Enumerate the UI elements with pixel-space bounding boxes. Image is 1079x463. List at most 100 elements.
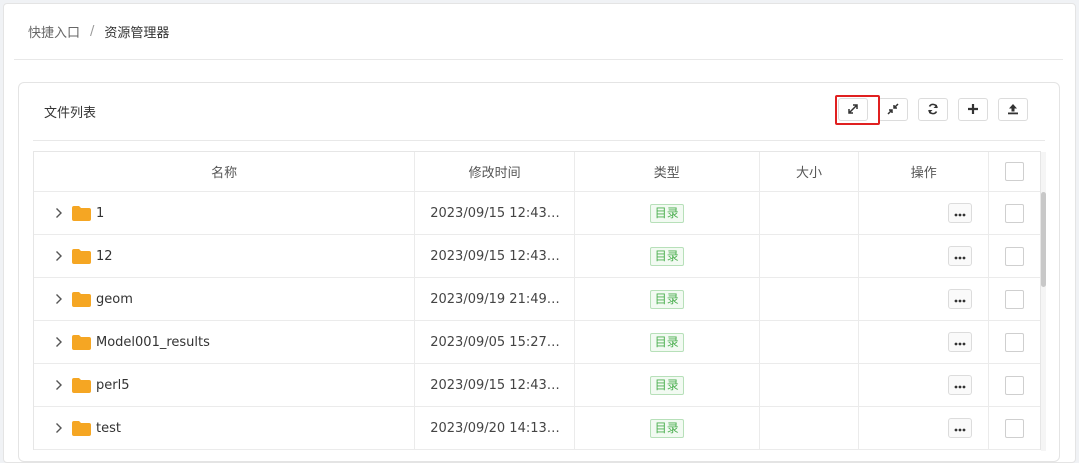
chevron-right-icon[interactable] xyxy=(52,335,66,349)
more-actions-button[interactable] xyxy=(948,246,973,266)
breadcrumb-resource-manager: 资源管理器 xyxy=(104,26,170,41)
select-cell xyxy=(989,278,1040,320)
type-cell: 目录 xyxy=(575,321,760,363)
folder-icon xyxy=(72,205,91,221)
type-cell: 目录 xyxy=(575,407,760,449)
table-row[interactable]: 12 2023/09/15 12:43:… 目录 xyxy=(34,235,1040,278)
expand-button[interactable] xyxy=(838,98,868,121)
row-checkbox[interactable] xyxy=(1005,375,1025,395)
modified-time: 2023/09/05 15:27:… xyxy=(430,334,561,350)
header-modified[interactable]: 修改时间 xyxy=(415,152,575,191)
header-name[interactable]: 名称 xyxy=(34,152,416,191)
more-actions-button[interactable] xyxy=(948,418,973,438)
more-actions-button[interactable] xyxy=(948,289,973,309)
select-cell xyxy=(989,192,1040,234)
collapse-button[interactable] xyxy=(878,98,908,121)
header-size[interactable]: 大小 xyxy=(760,152,860,191)
table-row[interactable]: test 2023/09/20 14:13:… 目录 xyxy=(34,407,1040,450)
modified-cell: 2023/09/15 12:43:… xyxy=(415,364,575,406)
file-name[interactable]: geom xyxy=(96,292,133,307)
folder-icon xyxy=(72,248,91,264)
select-cell xyxy=(989,407,1040,449)
modified-time: 2023/09/19 21:49:… xyxy=(430,291,561,307)
size-cell xyxy=(760,235,860,277)
actions-cell xyxy=(859,192,990,234)
type-cell: 目录 xyxy=(575,364,760,406)
type-badge: 目录 xyxy=(649,332,684,352)
table-body: 1 2023/09/15 12:43:… 目录 12 2023/09/15 12… xyxy=(34,192,1040,450)
ellipsis-icon xyxy=(954,249,966,264)
name-cell: geom xyxy=(34,278,416,320)
table-row[interactable]: 1 2023/09/15 12:43:… 目录 xyxy=(34,192,1040,235)
file-name[interactable]: 12 xyxy=(96,249,113,264)
name-cell: Model001_results xyxy=(34,321,416,363)
file-name[interactable]: perl5 xyxy=(96,378,129,393)
chevron-right-icon[interactable] xyxy=(52,378,66,392)
type-badge: 目录 xyxy=(649,203,684,223)
table-header: 名称 修改时间 类型 大小 操作 xyxy=(34,152,1040,192)
table-row[interactable]: Model001_results 2023/09/05 15:27:… 目录 xyxy=(34,321,1040,364)
chevron-right-icon[interactable] xyxy=(52,292,66,306)
breadcrumb-shortcuts[interactable]: 快捷入口 xyxy=(28,22,80,41)
type-badge: 目录 xyxy=(649,289,684,309)
ellipsis-icon xyxy=(954,421,966,436)
file-name[interactable]: Model001_results xyxy=(96,335,210,350)
add-button[interactable] xyxy=(958,98,988,121)
header-type[interactable]: 类型 xyxy=(575,152,760,191)
size-cell xyxy=(760,192,860,234)
ellipsis-icon xyxy=(954,292,966,307)
select-cell xyxy=(989,321,1040,363)
row-checkbox[interactable] xyxy=(1005,418,1025,438)
actions-cell xyxy=(859,364,990,406)
type-badge: 目录 xyxy=(649,375,684,395)
folder-icon xyxy=(72,291,91,307)
size-cell xyxy=(760,278,860,320)
more-actions-button[interactable] xyxy=(948,203,973,223)
actions-cell xyxy=(859,235,990,277)
table-scrollbar[interactable] xyxy=(1041,152,1046,451)
more-actions-button[interactable] xyxy=(948,332,973,352)
modified-time: 2023/09/15 12:43:… xyxy=(430,248,561,264)
row-checkbox[interactable] xyxy=(1005,332,1025,352)
modified-time: 2023/09/15 12:43:… xyxy=(430,377,561,393)
folder-icon xyxy=(72,420,91,436)
size-cell xyxy=(760,364,860,406)
select-all-checkbox[interactable] xyxy=(1005,162,1025,181)
file-name[interactable]: 1 xyxy=(96,206,104,221)
modified-time: 2023/09/15 12:43:… xyxy=(430,205,561,221)
plus-icon xyxy=(967,100,979,119)
row-checkbox[interactable] xyxy=(1005,246,1025,266)
table-row[interactable]: perl5 2023/09/15 12:43:… 目录 xyxy=(34,364,1040,407)
breadcrumb-divider xyxy=(14,59,1063,60)
modified-cell: 2023/09/15 12:43:… xyxy=(415,235,575,277)
row-checkbox[interactable] xyxy=(1005,203,1025,223)
ellipsis-icon xyxy=(954,378,966,393)
type-badge: 目录 xyxy=(649,418,684,438)
name-cell: 12 xyxy=(34,235,416,277)
modified-time: 2023/09/20 14:13:… xyxy=(430,420,561,436)
scrollbar-thumb[interactable] xyxy=(1041,192,1046,287)
ellipsis-icon xyxy=(954,335,966,350)
breadcrumb-separator: / xyxy=(90,24,95,39)
type-cell: 目录 xyxy=(575,235,760,277)
row-checkbox[interactable] xyxy=(1005,289,1025,309)
table-row[interactable]: geom 2023/09/19 21:49:… 目录 xyxy=(34,278,1040,321)
chevron-right-icon[interactable] xyxy=(52,421,66,435)
chevron-right-icon[interactable] xyxy=(52,206,66,220)
expand-icon xyxy=(847,100,859,119)
upload-icon xyxy=(1007,100,1019,119)
chevron-right-icon[interactable] xyxy=(52,249,66,263)
upload-button[interactable] xyxy=(998,98,1028,121)
more-actions-button[interactable] xyxy=(948,375,973,395)
name-cell: perl5 xyxy=(34,364,416,406)
file-name[interactable]: test xyxy=(96,421,121,436)
modified-cell: 2023/09/19 21:49:… xyxy=(415,278,575,320)
refresh-button[interactable] xyxy=(918,98,948,121)
size-cell xyxy=(760,407,860,449)
panel-divider xyxy=(33,140,1045,141)
modified-cell: 2023/09/15 12:43:… xyxy=(415,192,575,234)
file-table: 名称 修改时间 类型 大小 操作 1 2023/09/15 12:43:… 目录 xyxy=(33,151,1041,450)
ellipsis-icon xyxy=(954,206,966,221)
panel-title: 文件列表 xyxy=(44,106,97,121)
modified-cell: 2023/09/05 15:27:… xyxy=(415,321,575,363)
